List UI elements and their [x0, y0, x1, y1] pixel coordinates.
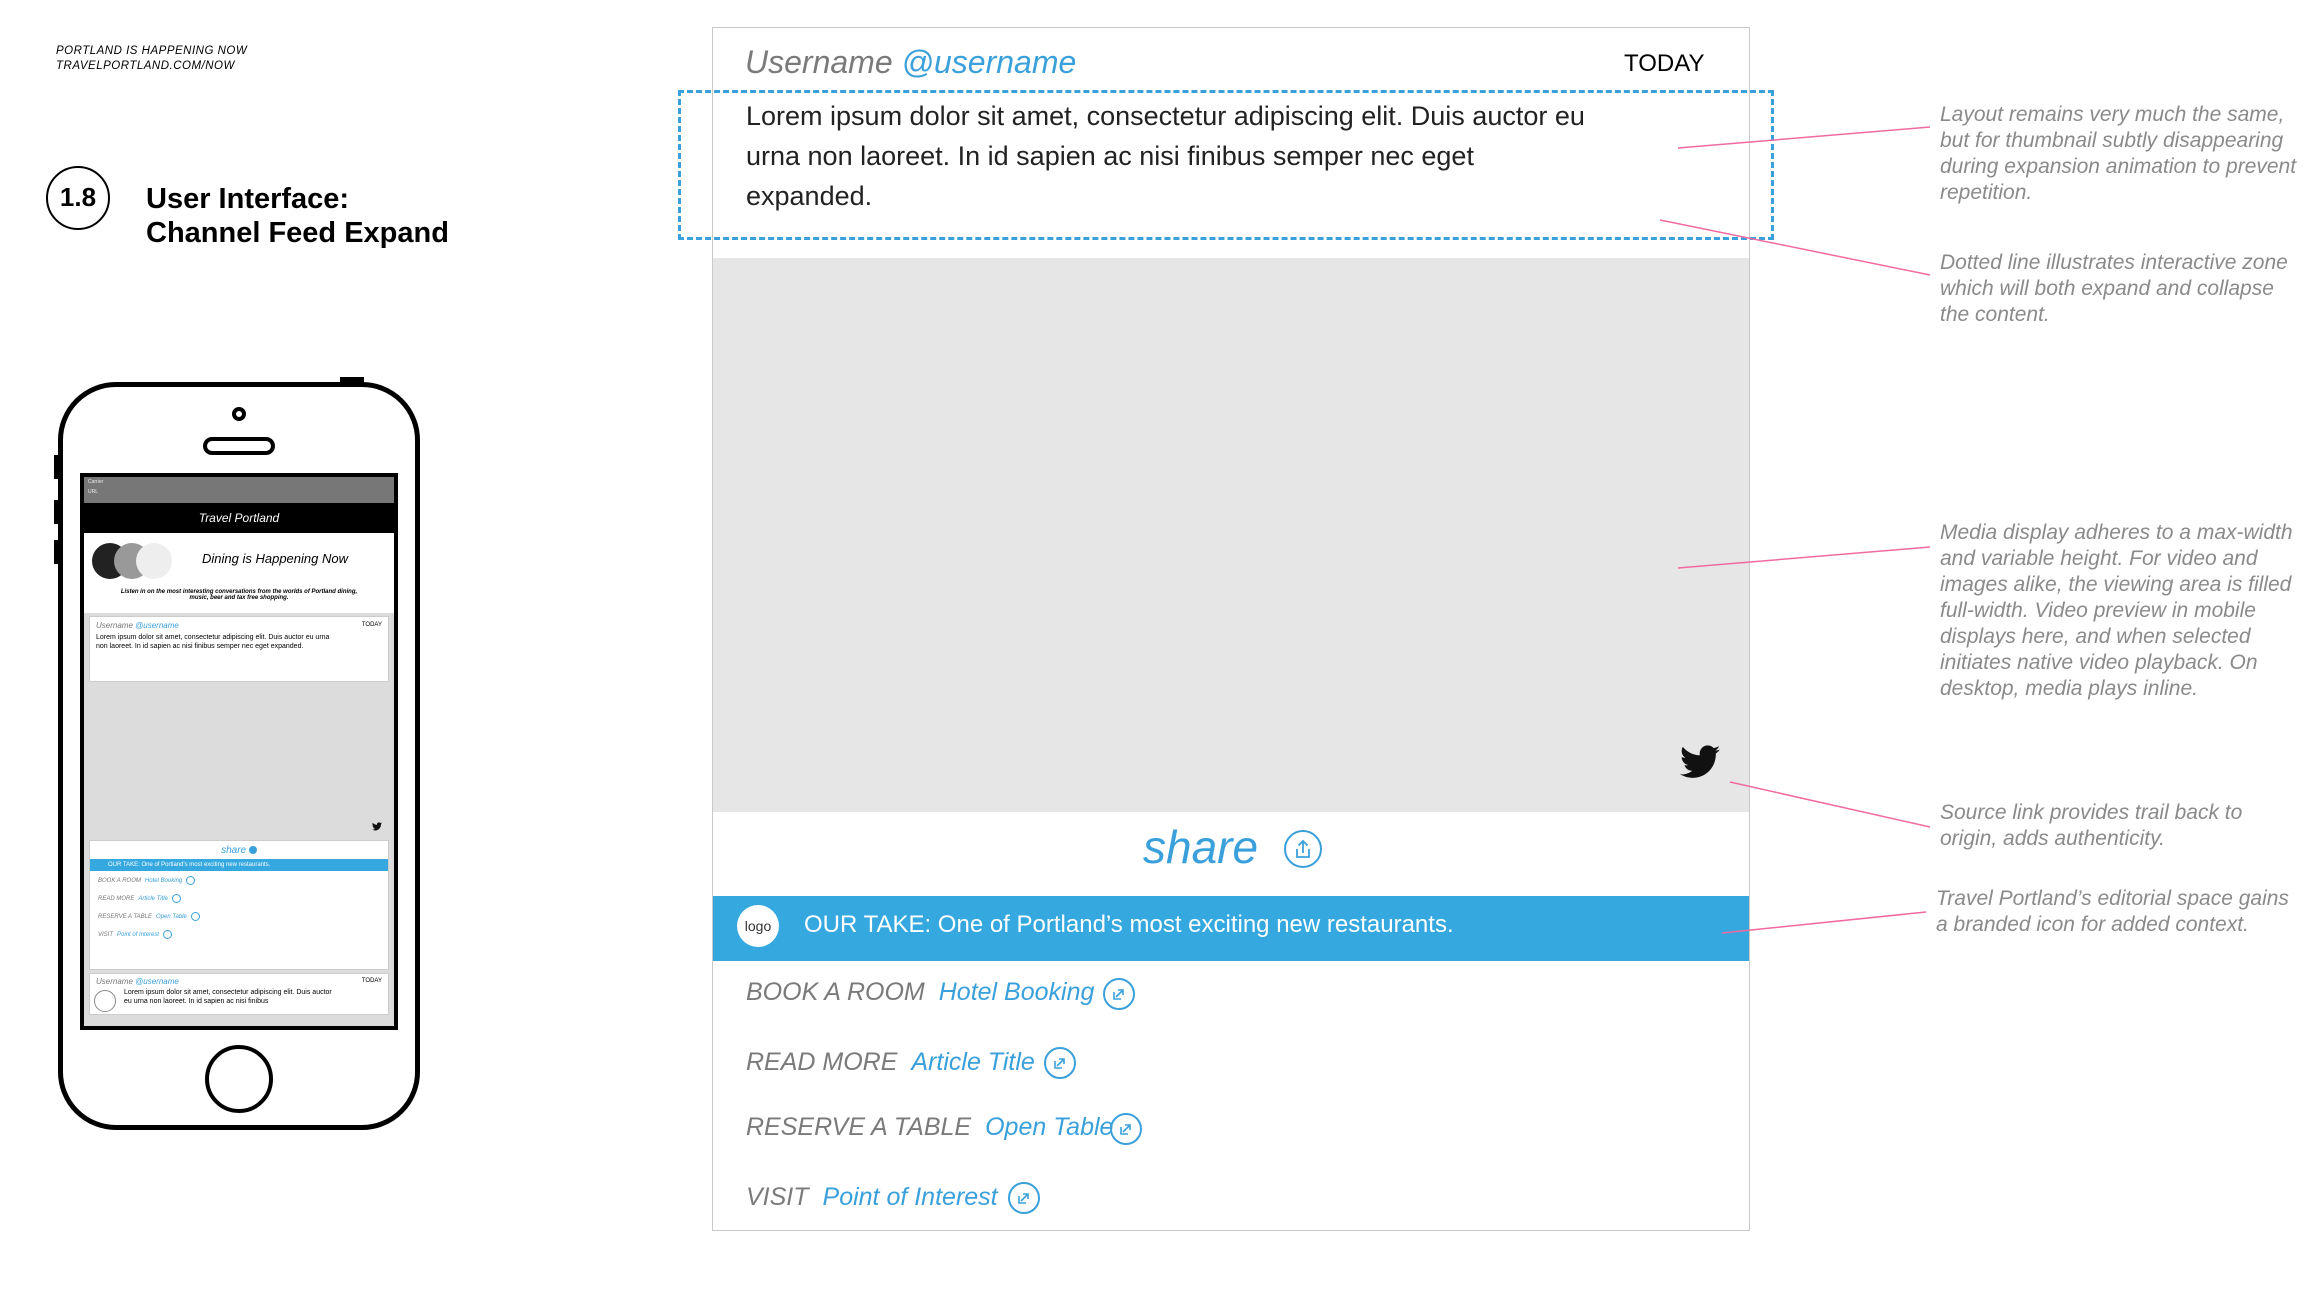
annotation-lines [1659, 126, 1931, 934]
